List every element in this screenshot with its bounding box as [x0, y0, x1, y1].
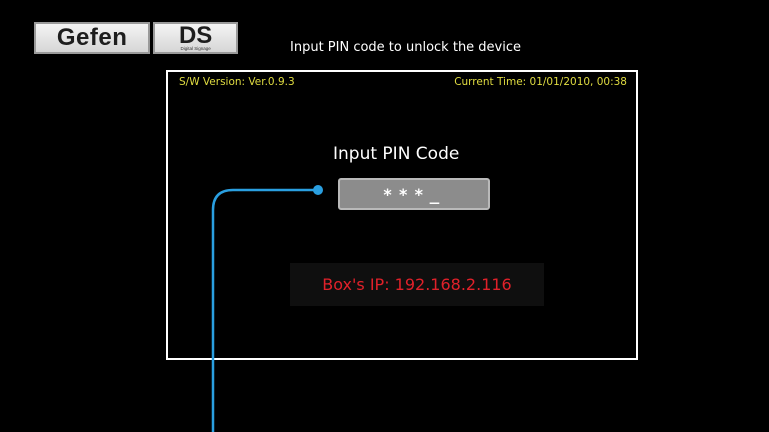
logo-product-block: DS Digital Signage [153, 22, 238, 54]
box-ip-address: Box's IP: 192.168.2.116 [290, 263, 544, 306]
logo-product-sub: Digital Signage [180, 46, 211, 51]
pin-code-input[interactable]: ***_ [338, 178, 490, 210]
gefen-ds-logo: Gefen DS Digital Signage [34, 22, 238, 54]
pin-code-title: Input PIN Code [333, 144, 460, 164]
logo-brand: Gefen [34, 22, 151, 54]
pin-panel: S/W Version: Ver.0.9.3 Current Time: 01/… [166, 70, 638, 360]
software-version: S/W Version: Ver.0.9.3 [179, 76, 295, 88]
current-time: Current Time: 01/01/2010, 00:38 [454, 76, 627, 88]
unlock-prompt: Input PIN code to unlock the device [290, 40, 522, 55]
unlock-screen: Gefen DS Digital Signage Input PIN code … [0, 0, 769, 432]
